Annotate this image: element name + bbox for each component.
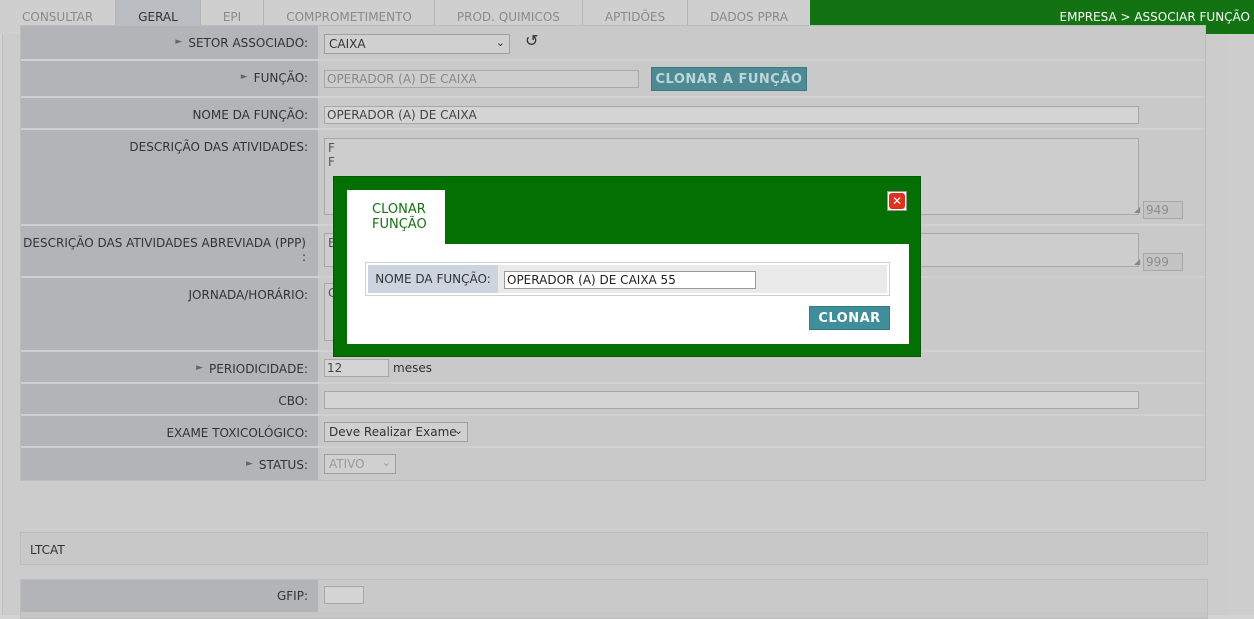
cbo-input[interactable] [324, 391, 1139, 409]
jornada-label: JORNADA/HORÁRIO: [21, 278, 318, 350]
descricao-label: DESCRIÇÃO DAS ATIVIDADES: [21, 130, 318, 224]
gfip-label: GFIP: [21, 580, 318, 612]
periodicidade-input[interactable]: 12 [324, 359, 389, 377]
resize-grip-icon[interactable]: ◢ [1134, 206, 1140, 214]
status-select[interactable]: ATIVO ⌄ [324, 454, 396, 474]
chevron-down-icon: ⌄ [495, 36, 505, 49]
exame-select[interactable]: Deve Realizar Exame ⌄ [324, 422, 468, 442]
modal-close-button[interactable]: ✕ [887, 191, 907, 211]
gfip-input[interactable] [324, 586, 364, 604]
periodicidade-label: ► PERIODICIDADE: [21, 352, 318, 382]
descricao-abreviada-label: DESCRIÇÃO DAS ATIVIDADES ABREVIADA (PPP)… [21, 226, 318, 276]
exame-label: EXAME TOXICOLÓGICO: [21, 416, 318, 446]
modal-field-label: NOME DA FUNÇÃO: [368, 265, 498, 293]
funcao-label: ► FUNÇÃO: [21, 61, 318, 96]
form-row-cbo: CBO: [21, 384, 1205, 416]
nome-funcao-label: NOME DA FUNÇÃO: [21, 98, 318, 128]
clone-function-button[interactable]: CLONAR A FUNÇÃO [651, 67, 807, 91]
descricao-abreviada-char-counter: 999 [1143, 253, 1183, 271]
resize-grip-icon[interactable]: ◢ [1134, 258, 1140, 266]
form-row-status: ► STATUS: ATIVO ⌄ [21, 448, 1205, 480]
cbo-label: CBO: [21, 384, 318, 414]
form-row-exame: EXAME TOXICOLÓGICO: Deve Realizar Exame ⌄ [21, 416, 1205, 448]
form-row-nome-funcao: NOME DA FUNÇÃO: OPERADOR (A) DE CAIXA [21, 98, 1205, 130]
required-marker-icon: ► [246, 459, 253, 469]
setor-label: ► SETOR ASSOCIADO: [21, 26, 318, 59]
status-label: ► STATUS: [21, 448, 318, 480]
clonar-button[interactable]: CLONAR [809, 306, 890, 330]
modal-nome-funcao-input[interactable]: OPERADOR (A) DE CAIXA 55 [504, 271, 756, 289]
required-marker-icon: ► [196, 363, 204, 373]
periodicidade-unit: meses [393, 361, 432, 375]
gfip-form: GFIP: [20, 579, 1208, 619]
history-icon[interactable]: ↺ [525, 31, 538, 50]
form-row-funcao: ► FUNÇÃO: OPERADOR (A) DE CAIXA CLONAR A … [21, 61, 1205, 98]
setor-select[interactable]: CAIXA ⌄ [324, 34, 510, 54]
chevron-down-icon: ⌄ [381, 456, 391, 469]
required-marker-icon: ► [175, 37, 183, 47]
modal-field-row: NOME DA FUNÇÃO: OPERADOR (A) DE CAIXA 55 [365, 262, 890, 296]
modal-body: NOME DA FUNÇÃO: OPERADOR (A) DE CAIXA 55… [347, 244, 909, 344]
form-row-gfip: GFIP: [21, 580, 1207, 612]
close-icon: ✕ [889, 193, 905, 209]
required-marker-icon: ► [240, 72, 248, 82]
modal-tab-clonar-funcao[interactable]: CLONAR FUNÇÃO [347, 190, 445, 246]
form-row-setor: ► SETOR ASSOCIADO: CAIXA ⌄ ↺ [21, 26, 1205, 61]
ltcat-section[interactable]: LTCAT [20, 532, 1208, 565]
descricao-char-counter: 949 [1143, 201, 1183, 219]
nome-funcao-input[interactable]: OPERADOR (A) DE CAIXA [324, 106, 1139, 124]
chevron-down-icon: ⌄ [453, 424, 463, 437]
clone-function-modal: CLONAR FUNÇÃO ✕ NOME DA FUNÇÃO: OPERADOR… [333, 176, 921, 357]
page-scrollbar[interactable] [1228, 34, 1254, 615]
funcao-field[interactable]: OPERADOR (A) DE CAIXA [324, 70, 639, 88]
